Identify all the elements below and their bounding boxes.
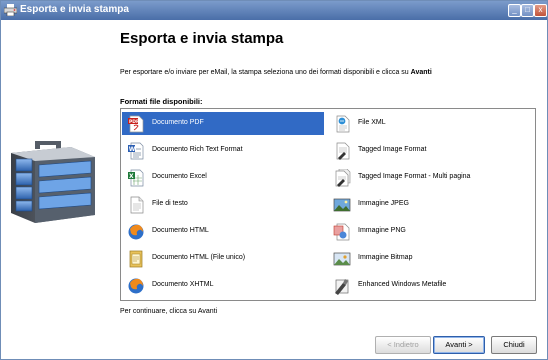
format-item-label: Immagine JPEG <box>358 200 409 207</box>
page-title: Esporta e invia stampa <box>120 30 284 47</box>
formats-label: Formati file disponibili: <box>120 97 203 106</box>
title-bar[interactable]: Esporta e invia stampa _ □ x <box>1 1 547 20</box>
next-button[interactable]: Avanti > <box>433 336 485 354</box>
excel-icon: X <box>128 169 144 187</box>
metafile-icon <box>335 279 349 295</box>
png-image-icon <box>333 223 350 241</box>
format-item-label: File XML <box>358 119 386 126</box>
printer-icon <box>4 4 17 16</box>
format-item-label: Immagine PNG <box>358 227 406 234</box>
rtf-document-icon: W <box>128 142 144 160</box>
format-item-label: Tagged Image Format - Multi pagina <box>358 173 471 180</box>
maximize-button[interactable]: □ <box>521 4 534 17</box>
export-dialog-window: Esporta e invia stampa _ □ x Esporta e i… <box>0 0 548 360</box>
format-item-label: Enhanced Windows Metafile <box>358 281 447 288</box>
pdf-icon: PDF <box>128 115 144 133</box>
formats-listbox[interactable]: PDF Documento PDF W Documento Rich Text … <box>120 108 536 301</box>
html-single-file-icon <box>129 250 143 268</box>
format-item-tiff-multi[interactable]: Tagged Image Format - Multi pagina <box>328 166 530 189</box>
format-item-label: Immagine Bitmap <box>358 254 413 261</box>
minimize-button[interactable]: _ <box>508 4 521 17</box>
format-item-label: File di testo <box>152 200 188 207</box>
format-item-png[interactable]: Immagine PNG <box>328 220 530 243</box>
format-item-xml[interactable]: File XML <box>328 112 530 135</box>
text-file-icon <box>130 196 144 214</box>
bitmap-image-icon <box>333 252 351 266</box>
xhtml-browser-icon <box>128 278 144 294</box>
format-item-jpeg[interactable]: Immagine JPEG <box>328 193 530 216</box>
format-item-text[interactable]: File di testo <box>122 193 324 216</box>
format-item-label: Documento XHTML <box>152 281 214 288</box>
format-item-bitmap[interactable]: Immagine Bitmap <box>328 247 530 270</box>
format-item-label: Documento Excel <box>152 173 207 180</box>
format-item-label: Tagged Image Format <box>358 146 427 153</box>
tiff-multipage-icon <box>335 169 351 187</box>
close-window-button[interactable]: x <box>534 4 547 17</box>
briefcase-icon <box>11 141 95 223</box>
format-item-html-single[interactable]: Documento HTML (File unico) <box>122 247 324 270</box>
format-item-excel[interactable]: X Documento Excel <box>122 166 324 189</box>
format-item-label: Documento HTML <box>152 227 209 234</box>
format-item-metafile[interactable]: Enhanced Windows Metafile <box>328 274 530 297</box>
html-browser-icon <box>128 224 144 240</box>
format-item-label: Documento HTML (File unico) <box>152 254 246 261</box>
svg-text:PDF: PDF <box>129 119 139 125</box>
svg-text:X: X <box>129 173 134 180</box>
instruction-emphasis: Avanti <box>410 69 432 76</box>
back-button[interactable]: < Indietro <box>375 336 431 354</box>
tiff-icon <box>336 142 350 160</box>
format-item-tiff[interactable]: Tagged Image Format <box>328 139 530 162</box>
window-title: Esporta e invia stampa <box>20 4 129 15</box>
close-button[interactable]: Chiudi <box>491 336 537 354</box>
svg-text:W: W <box>129 146 136 153</box>
jpeg-image-icon <box>333 198 351 212</box>
format-item-label: Documento Rich Text Format <box>152 146 243 153</box>
format-item-pdf[interactable]: PDF Documento PDF <box>122 112 324 135</box>
format-item-label: Documento PDF <box>152 119 204 126</box>
format-item-rtf[interactable]: W Documento Rich Text Format <box>122 139 324 162</box>
footer-hint: Per continuare, clicca su Avanti <box>120 308 218 315</box>
format-item-xhtml[interactable]: Documento XHTML <box>122 274 324 297</box>
xml-file-icon <box>336 115 350 133</box>
format-item-html[interactable]: Documento HTML <box>122 220 324 243</box>
instruction-text: Per esportare e/o inviare per eMail, la … <box>120 69 432 76</box>
instruction-prefix: Per esportare e/o inviare per eMail, la … <box>120 69 411 76</box>
